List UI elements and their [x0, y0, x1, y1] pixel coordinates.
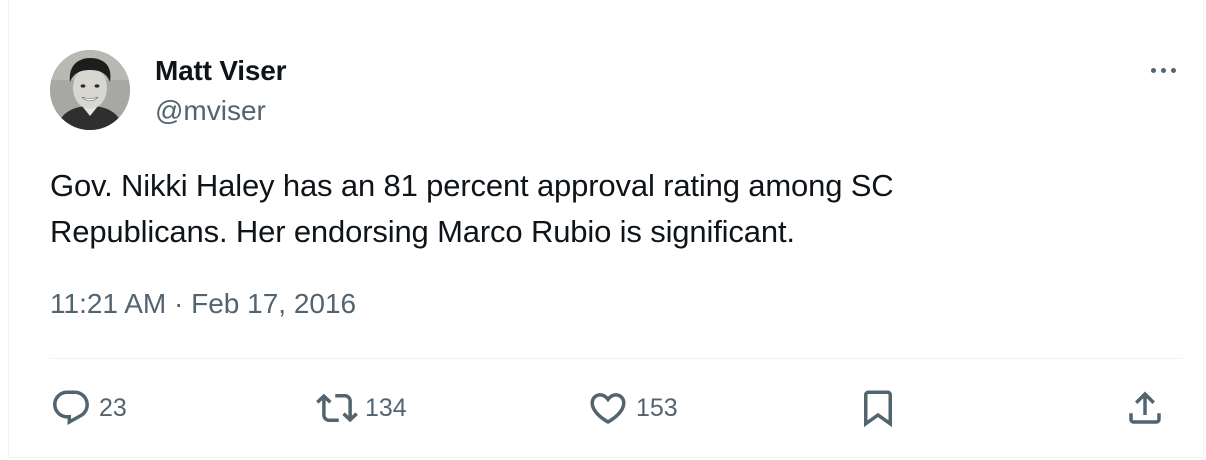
divider: [50, 358, 1182, 359]
heart-icon: [587, 387, 629, 429]
bookmark-button[interactable]: [857, 388, 899, 428]
speech-bubble-icon: [50, 387, 92, 429]
share-button[interactable]: [1124, 388, 1166, 428]
bookmark-icon: [857, 387, 899, 429]
more-options-button[interactable]: [1145, 58, 1181, 82]
tweet-text-line: Republicans. Her endorsing Marco Rubio i…: [50, 214, 795, 249]
avatar[interactable]: [50, 50, 130, 130]
more-horizontal-icon: [1150, 67, 1156, 73]
reply-count: 23: [99, 393, 127, 422]
tweet-text-line: Gov. Nikki Haley has an 81 percent appro…: [50, 168, 894, 203]
reply-button[interactable]: 23: [50, 388, 127, 428]
like-count: 153: [636, 393, 678, 422]
author-handle[interactable]: @mviser: [155, 95, 266, 127]
avatar-photo: [50, 50, 130, 130]
share-upload-icon: [1124, 387, 1166, 429]
tweet-card: Matt Viser @mviser Gov. Nikki Haley has …: [8, 0, 1204, 458]
repost-arrows-icon: [316, 387, 358, 429]
tweet-timestamp[interactable]: 11:21 AM · Feb 17, 2016: [50, 288, 356, 320]
author-name[interactable]: Matt Viser: [155, 55, 287, 87]
more-horizontal-icon-dot: [1170, 67, 1176, 73]
repost-count: 134: [365, 393, 407, 422]
more-horizontal-icon-dot: [1160, 67, 1166, 73]
like-button[interactable]: 153: [587, 388, 678, 428]
tweet-text: Gov. Nikki Haley has an 81 percent appro…: [50, 163, 1030, 255]
repost-button[interactable]: 134: [316, 388, 407, 428]
